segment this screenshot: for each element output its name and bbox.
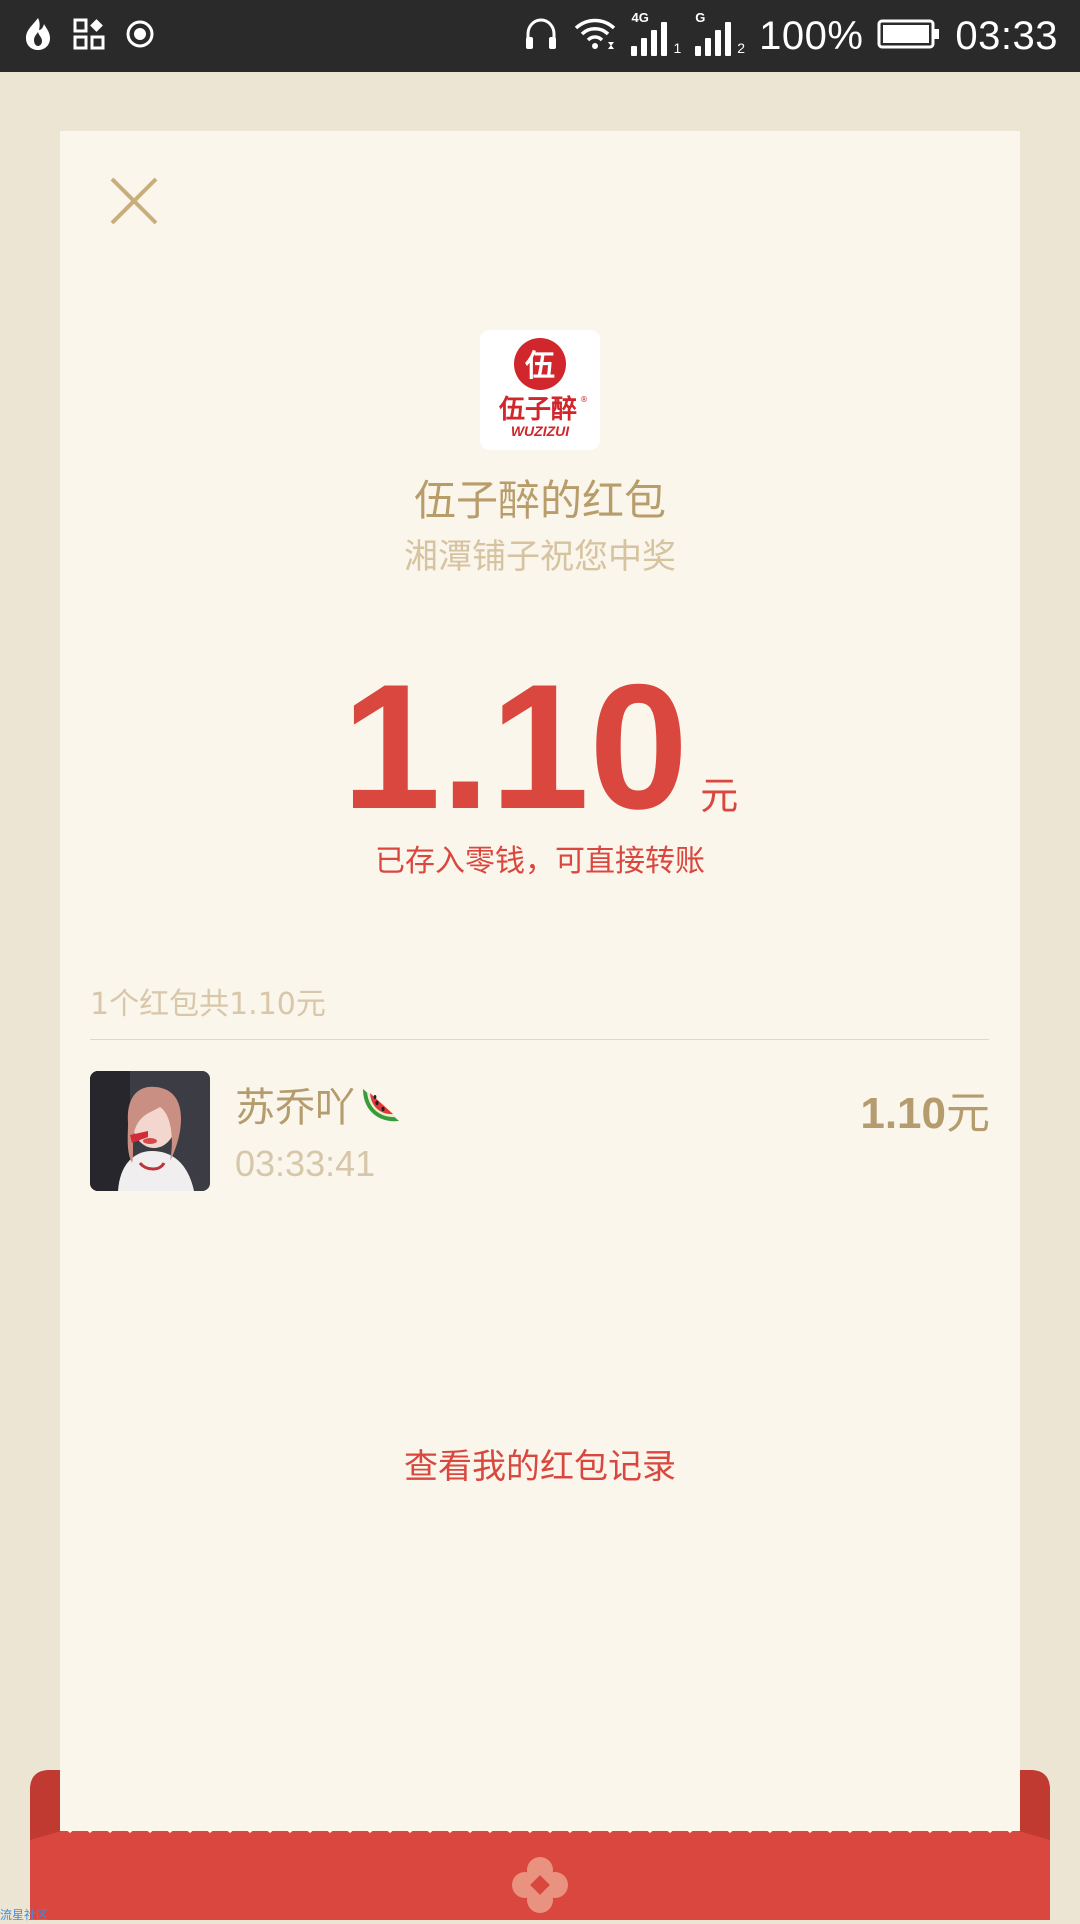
amount-value: 1.10 [341,647,689,846]
sender-title: 伍子醉的红包 [413,476,666,525]
watermelon-icon [359,1081,409,1127]
packet-summary: 1个红包共1.10元 [90,987,326,1022]
view-my-records-link[interactable]: 查看我的红包记录 [60,1439,1020,1488]
battery-icon [877,18,941,54]
red-packet-detail-card: 伍 伍子醉 ® WUZIZUI 伍子醉的红包 湘潭铺子祝您中奖 1.10 元 已… [60,131,1020,1833]
list-item[interactable]: 苏乔吖 03:33:41 1.10元 [90,1071,990,1191]
amount-display: 1.10 元 [60,636,1020,836]
recipient-amount-value: 1.10 [860,1089,946,1138]
clock: 03:33 [955,13,1058,58]
recipient-amount: 1.10元 [860,1077,990,1141]
status-bar-right-icons: 4G 1 G 2 100% 03:33 [523,10,1058,62]
sim-slot-label-2: 2 [737,40,746,56]
svg-text:WUZIZUI: WUZIZUI [511,423,570,439]
cellular-signal-icon-2: G 2 [695,10,746,56]
battery-percent: 100% [759,13,864,58]
headphones-icon [523,16,559,56]
cellular-signal-icon: 4G 1 [631,10,682,56]
record-icon [124,18,156,54]
wish-text: 湘潭铺子祝您中奖 [404,537,676,577]
sender-logo: 伍 伍子醉 ® WUZIZUI [480,330,600,450]
recipient-amount-unit: 元 [946,1088,990,1139]
amount-unit: 元 [700,774,739,818]
sim-slot-label: 1 [673,40,682,56]
stored-to-wallet-note[interactable]: 已存入零钱，可直接转账 [60,836,1020,880]
status-bar-left-icons [22,14,156,58]
close-icon[interactable] [104,171,164,231]
svg-text:®: ® [580,395,588,404]
avatar[interactable] [90,1071,210,1191]
svg-text:伍子醉: 伍子醉 [499,395,577,425]
received-time: 03:33:41 [235,1143,376,1184]
network-type-label-2: G [695,10,706,25]
svg-text:伍: 伍 [525,349,555,384]
recipient-name-text: 苏乔吖 [235,1085,355,1131]
watermark: 流星社区 [0,1908,49,1922]
status-bar: 4G 1 G 2 100% 03:33 [0,0,1080,72]
fire-icon [22,16,54,56]
recipient-name: 苏乔吖 [235,1075,409,1133]
apps-icon [72,17,106,55]
serrated-edge [60,1821,1020,1833]
divider [90,1039,989,1040]
wifi-icon [573,16,617,56]
network-type-label: 4G [631,10,649,25]
